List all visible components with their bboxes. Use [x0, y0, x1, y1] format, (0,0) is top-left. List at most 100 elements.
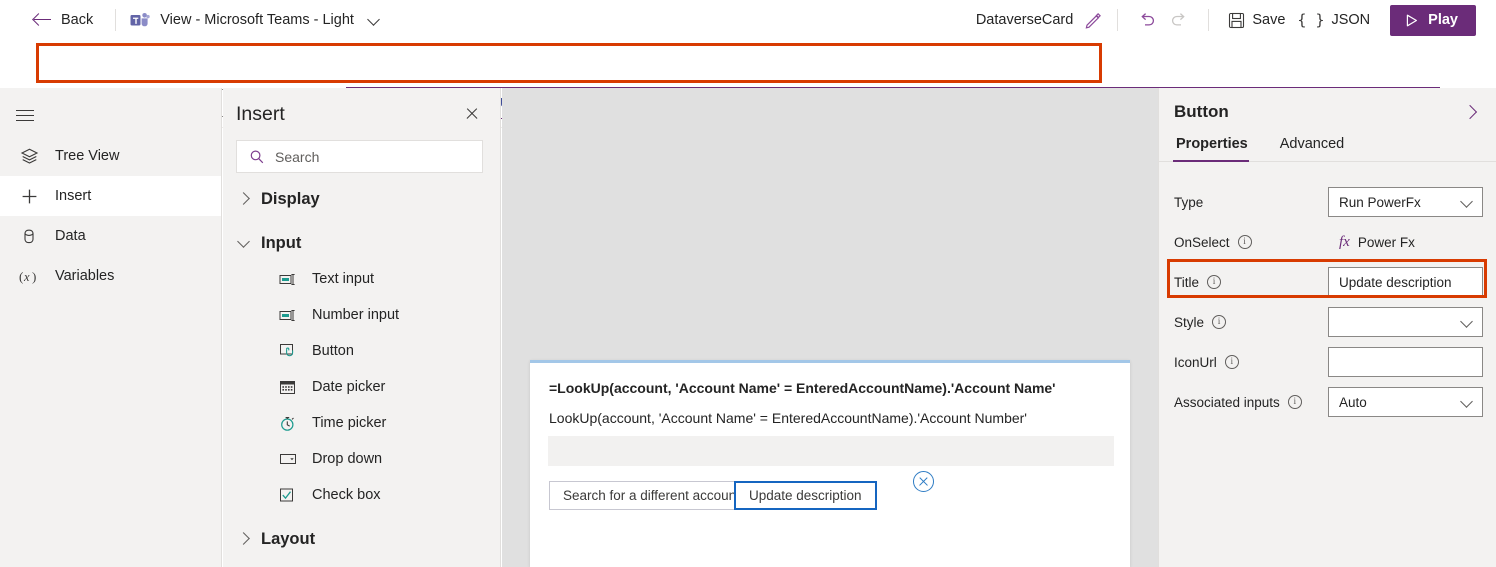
arrow-left-icon: [34, 13, 52, 27]
layers-icon: [16, 147, 42, 166]
property-label: Type: [1174, 194, 1204, 210]
sidebar-item-tree-view[interactable]: Tree View: [0, 136, 221, 176]
play-triangle-icon: [1406, 14, 1418, 26]
save-label: Save: [1252, 12, 1286, 28]
insert-control-label: Number input: [312, 307, 400, 323]
insert-search-placeholder: Search: [275, 148, 320, 165]
card-button-search-different-account[interactable]: Search for a different account: [549, 481, 754, 510]
property-value: Update description: [1339, 274, 1452, 290]
property-powerfx-link[interactable]: fx Power Fx: [1339, 234, 1415, 251]
circle-x-delete-icon[interactable]: [913, 471, 934, 492]
chevron-down-icon: [368, 14, 380, 26]
card-button-update-description[interactable]: Update description: [734, 481, 877, 510]
sidebar-item-data[interactable]: Data: [0, 216, 221, 256]
rail-item-list: Tree View Insert Data (x) Variables: [0, 136, 221, 296]
clock-icon: [279, 414, 301, 432]
chevron-down-icon: [236, 235, 252, 251]
info-icon[interactable]: i: [1224, 355, 1239, 369]
pencil-icon[interactable]: [1082, 9, 1104, 31]
number-input-icon: [279, 306, 301, 324]
save-button[interactable]: Save: [1222, 5, 1291, 35]
insert-control-label: Drop down: [312, 451, 383, 467]
power-apps-cards-designer: Back View - Microsoft Teams - Light Data…: [0, 0, 1496, 567]
property-row-type: Type Run PowerFx: [1159, 185, 1496, 219]
card-canvas: =LookUp(account, 'Account Name' = Entere…: [502, 88, 1158, 567]
card-text-line-2: LookUp(account, 'Account Name' = Entered…: [549, 410, 1027, 426]
card-text-input[interactable]: [548, 436, 1114, 466]
chevron-down-icon: [1462, 316, 1474, 328]
insert-control-check-box[interactable]: Check box: [223, 477, 500, 513]
back-button[interactable]: Back: [28, 4, 99, 36]
property-label-group: Associated inputs i: [1159, 395, 1329, 410]
insert-control-label: Date picker: [312, 379, 386, 395]
insert-control-button[interactable]: Button: [223, 333, 500, 369]
insert-group-label: Display: [261, 189, 320, 208]
toolbar-right-group: DataverseCard Save {} JSON Play: [976, 0, 1496, 40]
property-textbox-title[interactable]: Update description: [1328, 267, 1483, 297]
hamburger-menu-icon[interactable]: [0, 96, 50, 136]
insert-control-time-picker[interactable]: Time picker: [223, 405, 500, 441]
info-icon[interactable]: i: [1207, 275, 1222, 289]
insert-group-layout[interactable]: Layout: [223, 521, 500, 557]
microsoft-teams-icon: [130, 12, 150, 29]
property-row-associated-inputs: Associated inputs i Auto: [1159, 385, 1496, 419]
property-label: Associated inputs: [1174, 394, 1280, 410]
text-input-icon: [279, 270, 301, 288]
properties-panel-title: Button: [1174, 102, 1229, 121]
insert-group-input[interactable]: Input: [223, 225, 500, 261]
tab-properties[interactable]: Properties: [1173, 136, 1250, 162]
insert-control-date-picker[interactable]: Date picker: [223, 369, 500, 405]
toolbar-divider-3: [1208, 9, 1210, 31]
calendar-icon: [279, 378, 301, 396]
property-label-group: Style i: [1159, 315, 1329, 330]
sidebar-item-variables[interactable]: (x) Variables: [0, 256, 221, 296]
property-value: Auto: [1339, 394, 1367, 410]
view-selector[interactable]: View - Microsoft Teams - Light: [130, 12, 380, 29]
property-label-group: IconUrl i: [1159, 355, 1329, 370]
dataverse-card-preview[interactable]: =LookUp(account, 'Account Name' = Entere…: [530, 360, 1130, 567]
card-name-label: DataverseCard: [975, 12, 1074, 28]
property-textbox-iconurl[interactable]: [1328, 347, 1483, 377]
property-dropdown-type[interactable]: Run PowerFx: [1328, 187, 1483, 217]
json-button[interactable]: { } JSON: [1291, 5, 1376, 35]
json-label: JSON: [1331, 12, 1371, 28]
insert-control-number-input[interactable]: Number input: [223, 297, 500, 333]
button-icon: [279, 342, 301, 360]
info-icon[interactable]: i: [1237, 235, 1252, 249]
insert-group-label: Input: [261, 233, 302, 252]
insert-control-text-input[interactable]: Text input: [223, 261, 500, 297]
insert-panel: Insert Search Display Input Text input Numb…: [223, 88, 501, 567]
insert-control-label: Button: [312, 343, 354, 359]
property-dropdown-associated-inputs[interactable]: Auto: [1328, 387, 1483, 417]
property-label-group: Type: [1159, 195, 1329, 210]
info-icon[interactable]: i: [1287, 395, 1302, 409]
close-icon[interactable]: [460, 102, 484, 126]
redo-button[interactable]: [1163, 5, 1195, 35]
chevron-down-icon: [1462, 196, 1474, 208]
card-text-line-1: =LookUp(account, 'Account Name' = Entere…: [549, 380, 1056, 396]
undo-button[interactable]: [1131, 5, 1163, 35]
property-row-title: Title i Update description: [1159, 265, 1496, 299]
insert-control-label: Check box: [312, 487, 381, 503]
chevron-right-icon[interactable]: [1462, 104, 1480, 120]
property-dropdown-style[interactable]: [1328, 307, 1483, 337]
info-icon[interactable]: i: [1212, 315, 1227, 329]
property-row-onselect: OnSelect i fx Power Fx: [1159, 225, 1496, 259]
play-button[interactable]: Play: [1390, 4, 1476, 36]
svg-text:x: x: [23, 270, 30, 284]
checkbox-icon: [279, 486, 301, 504]
properties-panel-tabs: Properties Advanced: [1159, 136, 1496, 162]
insert-search-box[interactable]: Search: [236, 140, 483, 173]
undo-arrow-icon: [1141, 13, 1155, 26]
search-icon: [250, 149, 264, 163]
svg-text:(: (: [19, 269, 23, 284]
back-button-label: Back: [61, 12, 94, 28]
insert-group-display[interactable]: Display: [223, 181, 500, 217]
curly-braces-icon: { }: [1297, 11, 1325, 29]
tab-advanced[interactable]: Advanced: [1278, 136, 1347, 161]
sidebar-item-label: Variables: [55, 268, 115, 284]
chevron-right-icon: [236, 191, 252, 207]
sidebar-item-insert[interactable]: Insert: [0, 176, 221, 216]
toolbar-divider-2: [1117, 9, 1119, 31]
insert-control-drop-down[interactable]: Drop down: [223, 441, 500, 477]
